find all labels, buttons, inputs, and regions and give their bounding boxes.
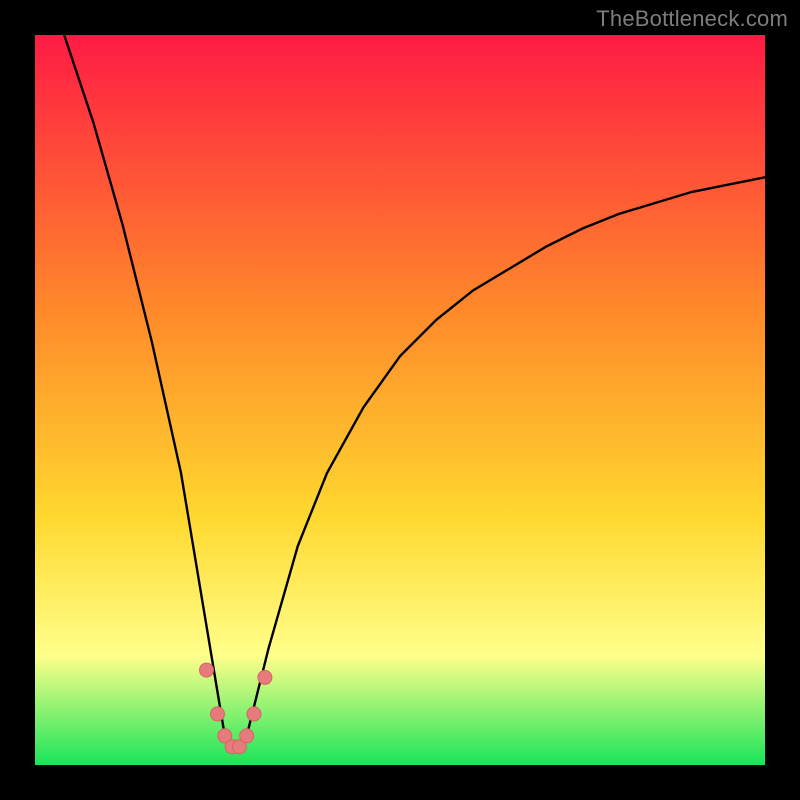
curve-marker bbox=[258, 670, 272, 684]
watermark-text: TheBottleneck.com bbox=[596, 6, 788, 32]
curve-marker bbox=[247, 707, 261, 721]
curve-marker bbox=[240, 729, 254, 743]
plot-area bbox=[35, 35, 765, 765]
gradient-background bbox=[35, 35, 765, 765]
plot-svg bbox=[35, 35, 765, 765]
curve-marker bbox=[211, 707, 225, 721]
chart-frame: TheBottleneck.com bbox=[0, 0, 800, 800]
curve-marker bbox=[200, 663, 214, 677]
